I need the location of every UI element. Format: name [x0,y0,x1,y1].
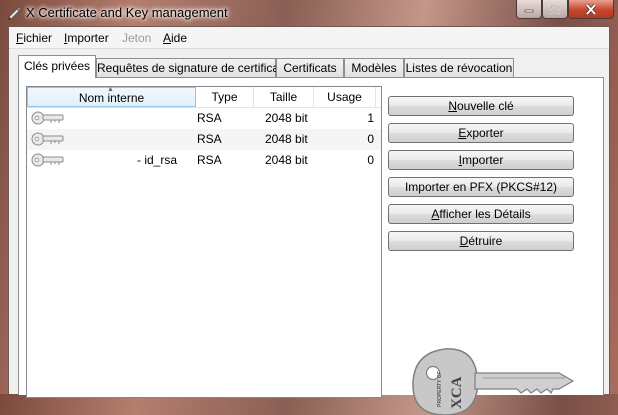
table-row[interactable]: RSA 2048 bit 0 [27,129,381,150]
close-icon [585,3,597,15]
minimize-icon [524,9,534,13]
main-window: Fichier Importer Jeton Aide Clés privées… [8,26,610,415]
import-button[interactable]: Importer [388,150,574,170]
import-pfx-label: Importer en PFX (PKCS#12) [404,180,558,194]
keys-list-header: ▲ Nom interne Type Taille Usage [27,86,381,108]
table-row[interactable]: - id_rsa RSA 2048 bit 0 [27,150,381,171]
maximize-icon [550,4,560,14]
key-type: RSA [197,111,222,125]
key-size: 2048 bit [265,132,308,146]
new-key-button[interactable]: Nouvelle clé [388,96,574,116]
delete-label: étruire [468,234,503,248]
tab-certificats[interactable]: Certificats [276,58,344,77]
minimize-button[interactable] [516,0,542,19]
key-name: - id_rsa [137,153,178,167]
logo-property-text: PROPERTY OF [437,371,443,407]
tab-cles-privees[interactable]: Clés privées [18,55,96,78]
new-key-mnemonic: N [448,99,457,113]
key-icon [31,111,64,125]
tab-listes-revocation[interactable]: Listes de révocation [404,58,514,77]
delete-button[interactable]: Détruire [388,231,574,251]
key-usage: 1 [367,111,374,125]
menu-jeton-label: eton [128,31,152,45]
menu-jeton[interactable]: Jeton [122,31,151,45]
menu-aide-mnemonic: A [163,31,172,45]
menu-importer[interactable]: Importer [64,31,109,45]
key-size: 2048 bit [265,111,308,125]
keys-list[interactable]: ▲ Nom interne Type Taille Usage RSA 2048… [26,86,382,398]
logo-xca-text: XCA [449,376,465,409]
tab-requetes-signature[interactable]: Requêtes de signature de certificat [96,58,282,77]
table-row[interactable]: RSA 2048 bit 1 [27,108,381,129]
menu-fichier-label: ichier [23,31,53,45]
column-header-taille[interactable]: Taille [254,87,314,107]
sort-ascending-icon: ▲ [107,86,114,93]
private-keys-panel: ▲ Nom interne Type Taille Usage RSA 2048… [18,77,604,415]
maximize-button[interactable] [542,0,568,19]
menu-fichier[interactable]: Fichier [16,31,52,45]
title-bar[interactable]: X Certificate and Key management [0,0,618,26]
show-details-label: fficher les Détails [439,207,531,221]
key-type: RSA [197,132,222,146]
column-header-nom-interne[interactable]: ▲ Nom interne [27,86,196,107]
key-type: RSA [197,153,222,167]
menu-aide[interactable]: Aide [163,31,187,45]
key-size: 2048 bit [265,153,308,167]
export-button[interactable]: Exporter [388,123,574,143]
import-pfx-button[interactable]: Importer en PFX (PKCS#12) [388,177,574,197]
key-icon [31,153,64,167]
menu-bar: Fichier Importer Jeton Aide [9,27,609,49]
pen-icon [8,6,22,20]
show-details-button[interactable]: Afficher les Détails [388,204,574,224]
tab-modeles[interactable]: Modèles [344,58,404,77]
import-label: mporter [462,153,504,167]
export-label: xporter [466,126,504,140]
key-usage: 0 [367,132,374,146]
menu-aide-label: ide [171,31,188,45]
close-button[interactable] [568,0,614,19]
column-header-type[interactable]: Type [196,87,254,107]
key-usage: 0 [367,153,374,167]
new-key-label: ouvelle clé [456,99,514,113]
key-icon [31,132,64,146]
xca-key-logo: PROPERTY OF XCA [412,348,575,415]
menu-importer-label: mporter [67,31,109,45]
column-header-usage[interactable]: Usage [314,87,376,107]
window-title: X Certificate and Key management [26,5,228,20]
